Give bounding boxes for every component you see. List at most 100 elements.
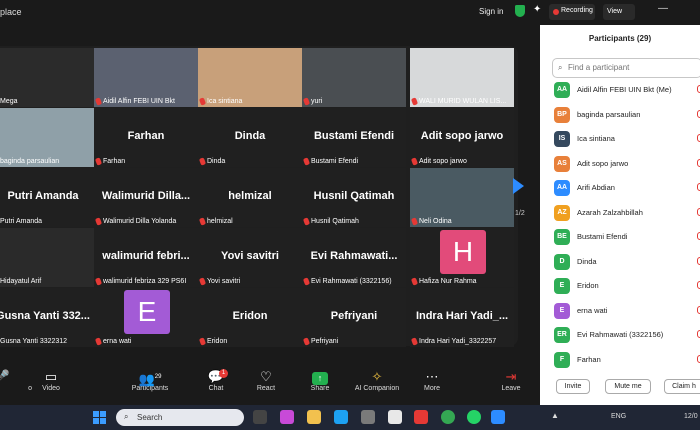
participant-row[interactable]: Eerna wati (554, 301, 700, 321)
participant-row[interactable]: ER Evi Rahmawati (3322156) (554, 325, 700, 345)
ai-companion-button[interactable]: ✧ AI Companion (347, 369, 407, 392)
minimize-button[interactable]: — (658, 3, 668, 14)
chrome-icon[interactable] (441, 410, 455, 424)
participant-row[interactable]: BE Bustami Efendi (554, 227, 700, 247)
sign-in-link[interactable]: Sign in (479, 7, 503, 16)
participant-tile[interactable]: Pefriyani Pefriyani (302, 288, 406, 347)
react-label: React (256, 385, 276, 392)
participant-name-label: Hafiza Nur Rahma (410, 277, 477, 286)
store-icon[interactable] (361, 410, 375, 424)
participants-button[interactable]: 👥29 Participants (120, 369, 180, 392)
meeting-toolbar: 🎤 o ▭ Video 👥29 Participants 💬 1 Chat ♡ R… (0, 365, 540, 405)
participant-tile[interactable]: Bustami Efendi Bustami Efendi (302, 108, 406, 167)
participant-row[interactable]: D Dinda (554, 252, 700, 272)
participant-name: Evi Rahmawati (3322156) (311, 278, 392, 285)
participant-tile[interactable]: walimurid febri... walimurid febriza 329 … (94, 228, 198, 287)
more-button[interactable]: ⋯ More (402, 369, 462, 392)
participant-tile[interactable]: WALI MURID WULAN LIS... (410, 48, 514, 107)
page-indicator: 1/2 (515, 210, 525, 217)
participant-name: Azarah Zalzahbillah (577, 207, 643, 217)
participant-name-label: Evi Rahmawati (3322156) (302, 277, 392, 286)
mute-me-button[interactable]: Mute me (605, 379, 651, 394)
participant-display-name: Bustami Efendi (313, 130, 395, 142)
participant-tile[interactable]: Mega (0, 48, 95, 107)
participant-row[interactable]: AZ Azarah Zalzahbillah (554, 203, 700, 223)
clock[interactable]: 12/0 (684, 413, 698, 420)
participant-name-label: Farhan (94, 157, 125, 166)
claim-host-button[interactable]: Claim h (664, 379, 700, 394)
invite-button[interactable]: Invite (556, 379, 590, 394)
leave-button[interactable]: ⇥ Leave (481, 369, 541, 392)
copilot-icon[interactable] (280, 410, 294, 424)
taskbar-search[interactable]: ⌕ Search (116, 409, 244, 426)
participant-name: Yovi savitri (207, 278, 241, 285)
participant-row[interactable]: IS Ica sintiana (554, 129, 700, 149)
participant-name: Adit sopo jarwo (419, 158, 467, 165)
app-icon[interactable] (388, 410, 402, 424)
participant-tile[interactable]: Eerna wati (94, 288, 198, 347)
participant-row[interactable]: F Farhan (554, 350, 700, 370)
participant-search-input[interactable] (568, 63, 678, 72)
participant-tile[interactable]: Putri Amanda Putri Amanda (0, 168, 95, 227)
shield-icon[interactable] (515, 5, 525, 17)
participant-tile[interactable]: baginda parsaulian (0, 108, 95, 167)
participant-tile[interactable]: helmizal helmizal (198, 168, 302, 227)
video-button[interactable]: ▭ Video (21, 369, 81, 392)
participant-tile[interactable]: Walimurid Dilla... Walimurid Dilla Yoland… (94, 168, 198, 227)
participant-avatar: AA (554, 180, 570, 196)
participant-avatar: ER (554, 327, 570, 343)
edge-icon[interactable] (334, 410, 348, 424)
video-label: Video (42, 385, 60, 392)
participant-tile[interactable]: Evi Rahmawati... Evi Rahmawati (3322156) (302, 228, 406, 287)
participant-tile[interactable]: Indra Hari Yadi_... Indra Hari Yadi_33222… (410, 288, 514, 347)
participant-tile[interactable]: Aidil Alfin FEBI UIN Bkt (94, 48, 198, 107)
zoom-icon[interactable] (491, 410, 505, 424)
file-explorer-icon[interactable] (307, 410, 321, 424)
participant-name: Adit sopo jarwo (577, 158, 629, 168)
participant-tile[interactable]: Hidayatul Arif (0, 228, 95, 287)
muted-mic-icon (410, 337, 419, 346)
participant-name: Neli Odina (419, 218, 452, 225)
muted-mic-icon (302, 97, 311, 106)
chevron-up-icon[interactable]: ▲ (551, 411, 559, 420)
title-bar: place Sign in ✦ Recording View — (0, 0, 668, 25)
participant-tile[interactable]: Adit sopo jarwo Adit sopo jarwo (410, 108, 514, 167)
sparkle-icon[interactable]: ✦ (533, 4, 541, 15)
task-view-icon[interactable] (253, 410, 267, 424)
participant-tile[interactable]: Gusna Yanti 332... Gusna Yanti 3322312 (0, 288, 95, 347)
participant-tile[interactable]: Neli Odina (410, 168, 514, 227)
participant-name: erna wati (103, 338, 132, 345)
participant-name: Dinda (207, 158, 226, 165)
view-button[interactable]: View (603, 4, 635, 20)
participant-name-label: Husnil Qatimah (302, 217, 359, 226)
participant-tile[interactable]: H Hafiza Nur Rahma (410, 228, 514, 287)
language-indicator[interactable]: ENG (611, 413, 626, 420)
participant-tile[interactable]: Ica sintiana (198, 48, 302, 107)
windows-start-icon[interactable] (93, 411, 106, 424)
participant-row[interactable]: AS Adit sopo jarwo (554, 154, 700, 174)
share-button[interactable]: ↑ Share (290, 369, 350, 392)
whatsapp-icon[interactable] (467, 410, 481, 424)
participant-name: erna wati (577, 305, 608, 315)
participant-tile[interactable]: Eridon Eridon (198, 288, 302, 347)
participant-name: Eridon (207, 338, 228, 345)
participant-tile[interactable]: Yovi savitri Yovi savitri (198, 228, 302, 287)
react-button[interactable]: ♡ React (236, 369, 296, 392)
participant-tile[interactable]: yuri (302, 48, 406, 107)
muted-mic-icon (198, 217, 207, 226)
participant-name-label: Neli Odina (410, 217, 452, 226)
participant-tile[interactable]: Dinda Dinda (198, 108, 302, 167)
next-page-button[interactable]: 1/2 (506, 170, 536, 220)
participant-row[interactable]: E Eridon (554, 276, 700, 296)
taskbar-search-text: Search (137, 413, 163, 422)
participant-name-label: Pefriyani (302, 337, 338, 346)
participant-row[interactable]: AA Arifi Abdian (554, 178, 700, 198)
participant-name: Walimurid Dilla Yolanda (103, 218, 177, 225)
participant-row[interactable]: AA Aidil Alfin FEBI UIN Bkt (Me) (554, 80, 700, 100)
app-icon[interactable] (414, 410, 428, 424)
participant-tile[interactable]: Farhan Farhan (94, 108, 198, 167)
participant-display-name: Dinda (234, 130, 266, 142)
participant-name: Arifi Abdian (577, 183, 615, 192)
participant-row[interactable]: BP baginda parsaulian (554, 105, 700, 125)
participant-tile[interactable]: Husnil Qatimah Husnil Qatimah (302, 168, 406, 227)
